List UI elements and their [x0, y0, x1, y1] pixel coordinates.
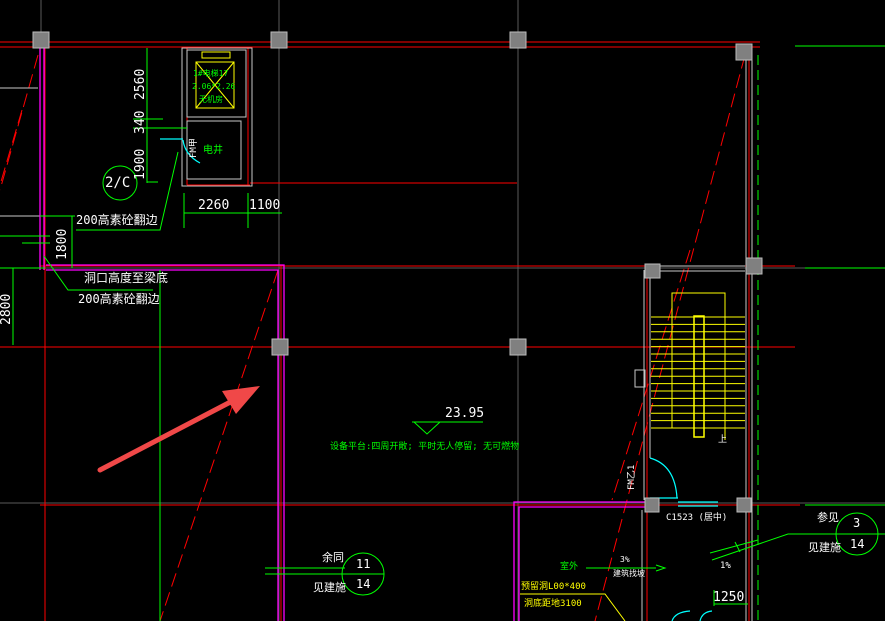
walls [0, 47, 753, 621]
dim-1900: 1900 [133, 148, 148, 180]
highlight-arrow [97, 386, 260, 473]
slope-1-label: 1% [720, 561, 731, 571]
dim-1800: 1800 [55, 228, 70, 260]
elevation-mark: 23.95 [445, 406, 485, 421]
platform-note: 设备平台:四周开敞; 平时无人停留; 无可燃物 [330, 442, 520, 452]
detail-ref-number: 11 [356, 557, 371, 571]
boundary-lines [39, 48, 648, 621]
detail-ref-top-text: 参见 [817, 511, 839, 524]
detail-ref-top-text: 余同 [322, 551, 344, 564]
outdoor-label: 室外 [560, 562, 579, 572]
detail-ref-number: 3 [853, 516, 861, 530]
doors [160, 138, 718, 621]
axis-lines [0, 40, 800, 621]
note-curb-bottom: 200高素砼翻边 [78, 292, 160, 306]
dim-2800: 2800 [0, 293, 14, 325]
detail-ref-sheet: 14 [356, 577, 371, 591]
stair-up-mark: 上 [718, 435, 728, 445]
dim-340: 340 [133, 110, 148, 134]
shaft-label: 电井 [203, 145, 223, 156]
sill-note: 预留洞L00*400 [521, 582, 586, 592]
dim-2260: 2260 [198, 198, 230, 213]
dim-1250: 1250 [713, 590, 745, 605]
elevator-label-1: 1#电梯17 [193, 69, 229, 78]
grid-bubble-label: 2/C [105, 175, 131, 191]
stair-treads [651, 316, 745, 429]
detail-ref-sheet: 14 [850, 537, 865, 551]
note-opening-height: 洞口高度至梁底 [84, 271, 169, 285]
detail-ref-bottom-text: 见建施 [313, 581, 346, 594]
detail-ref-bottom-text: 见建施 [808, 541, 841, 554]
fire-door-label-2: FM乙1 [627, 464, 637, 490]
dim-2560: 2560 [133, 68, 148, 100]
cad-drawing-canvas[interactable]: 2560 340 1900 2260 1100 1800 2800 1250 2… [0, 0, 885, 621]
slope-3-desc: 建筑找坡 [613, 569, 645, 578]
note-curb-top: 200高素砼翻边 [76, 213, 158, 227]
sill-height-note: 洞底距地3100 [524, 599, 582, 609]
elevator-label-3: 无机房 [199, 95, 223, 104]
slope-3-label: 3% [620, 555, 630, 564]
fire-door-label-1: FM甲 [189, 138, 199, 158]
detail-ref-circles [341, 512, 879, 596]
window-label: C1523 (居中) [666, 513, 728, 523]
elevator-label-2: 2.06*2.26 [192, 82, 236, 91]
stair-flights [671, 292, 726, 440]
dim-1100: 1100 [249, 198, 281, 213]
slope-hatch-lines [0, 54, 746, 621]
